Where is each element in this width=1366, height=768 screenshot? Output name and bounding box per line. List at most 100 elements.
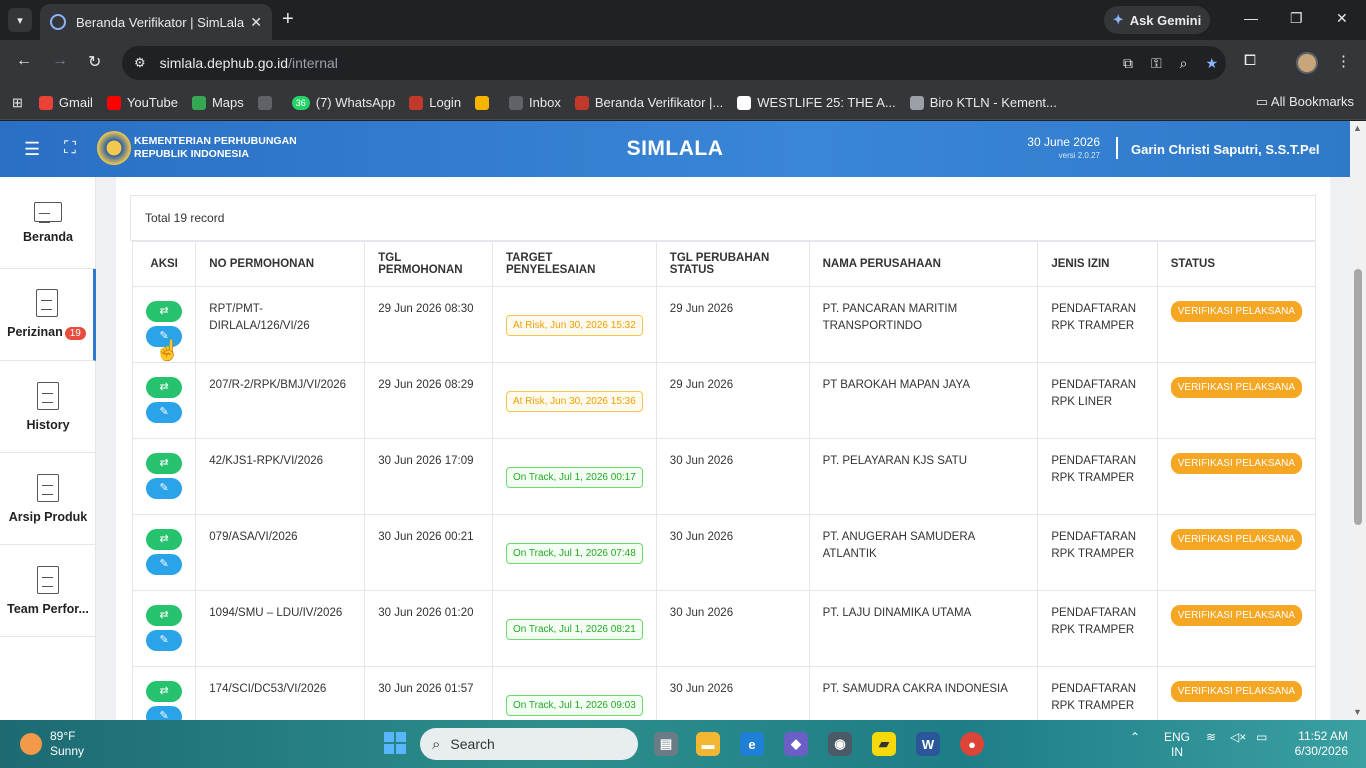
weather-widget[interactable]: 89°F Sunny <box>20 729 84 759</box>
edit-button[interactable]: ✎ <box>146 706 183 720</box>
target-cell: On Track, Jul 1, 2026 00:17 <box>491 438 657 515</box>
bookmark-star-icon[interactable]: ★ <box>1205 55 1218 72</box>
camera-app-icon[interactable]: ◉ <box>828 732 852 756</box>
copilot-icon[interactable]: ◆ <box>784 732 808 756</box>
sidebar-item-team-performance[interactable]: Team Perfor... <box>0 545 96 637</box>
taskbar-search[interactable]: ⌕ Search <box>420 728 638 760</box>
edit-button[interactable]: ✎ <box>146 554 183 575</box>
extensions-icon[interactable]: ⧠ <box>1244 52 1256 69</box>
wifi-icon[interactable]: ≋ <box>1206 730 1216 745</box>
table-row: ⇄ ✎ 079/ASA/VI/2026 30 Jun 2026 00:21 On Tra… <box>131 514 1317 591</box>
address-bar[interactable]: ⚙ simlala.dephub.go.id/internal ⧉ ⚿ ⌕ ★ <box>122 46 1226 80</box>
taskbar-search-label: Search <box>450 736 495 752</box>
perizinan-count-badge: 19 <box>64 327 86 340</box>
close-window-icon[interactable]: ✕ <box>1336 10 1348 27</box>
task-view-icon[interactable]: ▤ <box>654 732 678 756</box>
apps-grid-icon[interactable]: ⊞ <box>12 95 23 111</box>
bookmark-item[interactable]: Gmail <box>38 95 93 110</box>
edit-button[interactable]: ✎ <box>146 478 183 499</box>
bookmark-item[interactable]: Inbox <box>509 95 561 110</box>
process-button[interactable]: ⇄ <box>146 681 183 702</box>
bookmark-page-icon <box>737 95 752 110</box>
tgl-status-cell: 30 Jun 2026 <box>655 666 810 720</box>
sidebar-item-perizinan[interactable]: Perizinan 19 <box>0 269 96 361</box>
minimize-window-icon[interactable]: — <box>1244 10 1258 26</box>
install-app-icon[interactable]: ⧉ <box>1123 55 1133 72</box>
all-bookmarks-button[interactable]: ▭ All Bookmarks <box>1256 94 1354 110</box>
chrome-icon[interactable]: ● <box>960 732 984 756</box>
user-name[interactable]: Garin Christi Saputri, S.S.T.Pel <box>1131 142 1320 157</box>
edit-icon: ✎ <box>159 710 169 720</box>
site-info-icon[interactable]: ⚙ <box>134 55 146 71</box>
tray-chevron-icon[interactable]: ⌃ <box>1130 730 1140 745</box>
word-icon[interactable]: W <box>916 732 940 756</box>
login-icon <box>409 95 424 110</box>
edit-button[interactable]: ✎ <box>146 630 183 651</box>
table-row: ⇄ ✎ 174/SCI/DC53/VI/2026 30 Jun 2026 01:57 O… <box>131 666 1317 720</box>
password-key-icon[interactable]: ⚿ <box>1151 55 1162 72</box>
chrome-menu-icon[interactable]: ⋮ <box>1336 52 1351 70</box>
zoom-icon[interactable]: ⌕ <box>1180 55 1188 72</box>
column-header[interactable]: TARGET PENYELESAIAN <box>491 241 657 287</box>
perusahaan-cell: PT. SAMUDRA CAKRA INDONESIA <box>808 666 1039 720</box>
back-arrow-icon[interactable]: ← <box>16 52 32 70</box>
column-header[interactable]: NO PERMOHONAN <box>195 241 366 287</box>
bookmark-item[interactable]: Login <box>409 95 461 110</box>
inbox-icon <box>509 95 524 110</box>
ask-gemini-button[interactable]: ✦ Ask Gemini <box>1104 6 1210 34</box>
sidebar-item-beranda[interactable]: Beranda <box>0 177 96 269</box>
bookmark-item[interactable] <box>475 95 495 110</box>
bookmark-item[interactable]: WESTLIFE 25: THE A... <box>737 95 896 110</box>
column-header[interactable]: TGL PERMOHONAN <box>364 241 493 287</box>
tgl-permohonan-cell: 30 Jun 2026 00:21 <box>364 514 493 591</box>
tab-close-icon[interactable]: ✕ <box>250 14 262 31</box>
column-header[interactable]: JENIS IZIN <box>1037 241 1158 287</box>
browser-toolbar: ← → ↻ ⚙ simlala.dephub.go.id/internal ⧉ … <box>0 40 1366 86</box>
process-button[interactable]: ⇄ <box>146 453 183 474</box>
no-permohonan-cell: RPT/PMT-DIRLALA/126/VI/26 <box>195 286 366 363</box>
bookmark-item[interactable] <box>257 95 278 110</box>
windows-start-icon[interactable] <box>384 732 406 754</box>
tab-search-button[interactable]: ▾ <box>8 8 32 32</box>
file-explorer-icon[interactable]: ▬ <box>696 732 720 756</box>
new-tab-button[interactable]: + <box>282 8 294 31</box>
column-header[interactable]: TGL PERUBAHAN STATUS <box>655 241 810 287</box>
battery-icon[interactable]: ▭ <box>1256 730 1267 745</box>
bookmark-item[interactable]: Beranda Verifikator |... <box>574 95 724 110</box>
scroll-up-icon[interactable]: ▲ <box>1353 123 1362 133</box>
column-header[interactable]: STATUS <box>1156 241 1317 287</box>
column-header[interactable]: NAMA PERUSAHAAN <box>808 241 1039 287</box>
header-date: 30 June 2026 versi 2.0.27 <box>1027 135 1100 160</box>
edit-button[interactable]: ✎ <box>146 402 183 423</box>
aksi-cell: ⇄ ✎ <box>131 666 197 720</box>
page-scrollbar[interactable]: ▲ ▼ <box>1350 121 1366 720</box>
sticky-notes-icon[interactable]: ▰ <box>872 732 896 756</box>
edge-browser-icon[interactable]: e <box>740 732 764 756</box>
process-button[interactable]: ⇄ <box>146 377 183 398</box>
bookmark-label: Beranda Verifikator |... <box>594 95 724 110</box>
forward-arrow-icon[interactable]: → <box>52 52 68 70</box>
process-button[interactable]: ⇄ <box>146 605 183 626</box>
app-version: versi 2.0.27 <box>1058 151 1100 160</box>
process-button[interactable]: ⇄ <box>146 529 183 550</box>
scroll-down-icon[interactable]: ▼ <box>1353 707 1362 717</box>
reload-icon[interactable]: ↻ <box>88 52 101 72</box>
sidebar-item-arsip-produk[interactable]: Arsip Produk <box>0 453 96 545</box>
profile-avatar[interactable] <box>1296 52 1318 74</box>
maps-icon <box>191 95 206 110</box>
process-button[interactable]: ⇄ <box>146 301 183 322</box>
volume-muted-icon[interactable]: ◁× <box>1230 730 1246 745</box>
bookmark-item[interactable]: Biro KTLN - Kement... <box>909 95 1057 110</box>
bookmark-item[interactable]: Maps <box>191 95 244 110</box>
system-clock[interactable]: 11:52 AM 6/30/2026 <box>1295 729 1348 759</box>
restore-window-icon[interactable]: ❐ <box>1290 10 1303 27</box>
bookmark-item[interactable]: 36 (7) WhatsApp <box>291 95 395 110</box>
scroll-thumb[interactable] <box>1354 269 1362 525</box>
sidebar-item-label: History <box>26 417 70 432</box>
column-header[interactable]: AKSI <box>131 241 197 287</box>
sidebar-item-history[interactable]: History <box>0 361 96 453</box>
sla-badge: At Risk, Jun 30, 2026 15:36 <box>505 391 643 412</box>
bookmark-item[interactable]: YouTube <box>106 95 178 110</box>
browser-tab-active[interactable]: Beranda Verifikator | SimLala ✕ <box>40 4 272 40</box>
language-indicator[interactable]: ENG IN <box>1164 730 1190 760</box>
